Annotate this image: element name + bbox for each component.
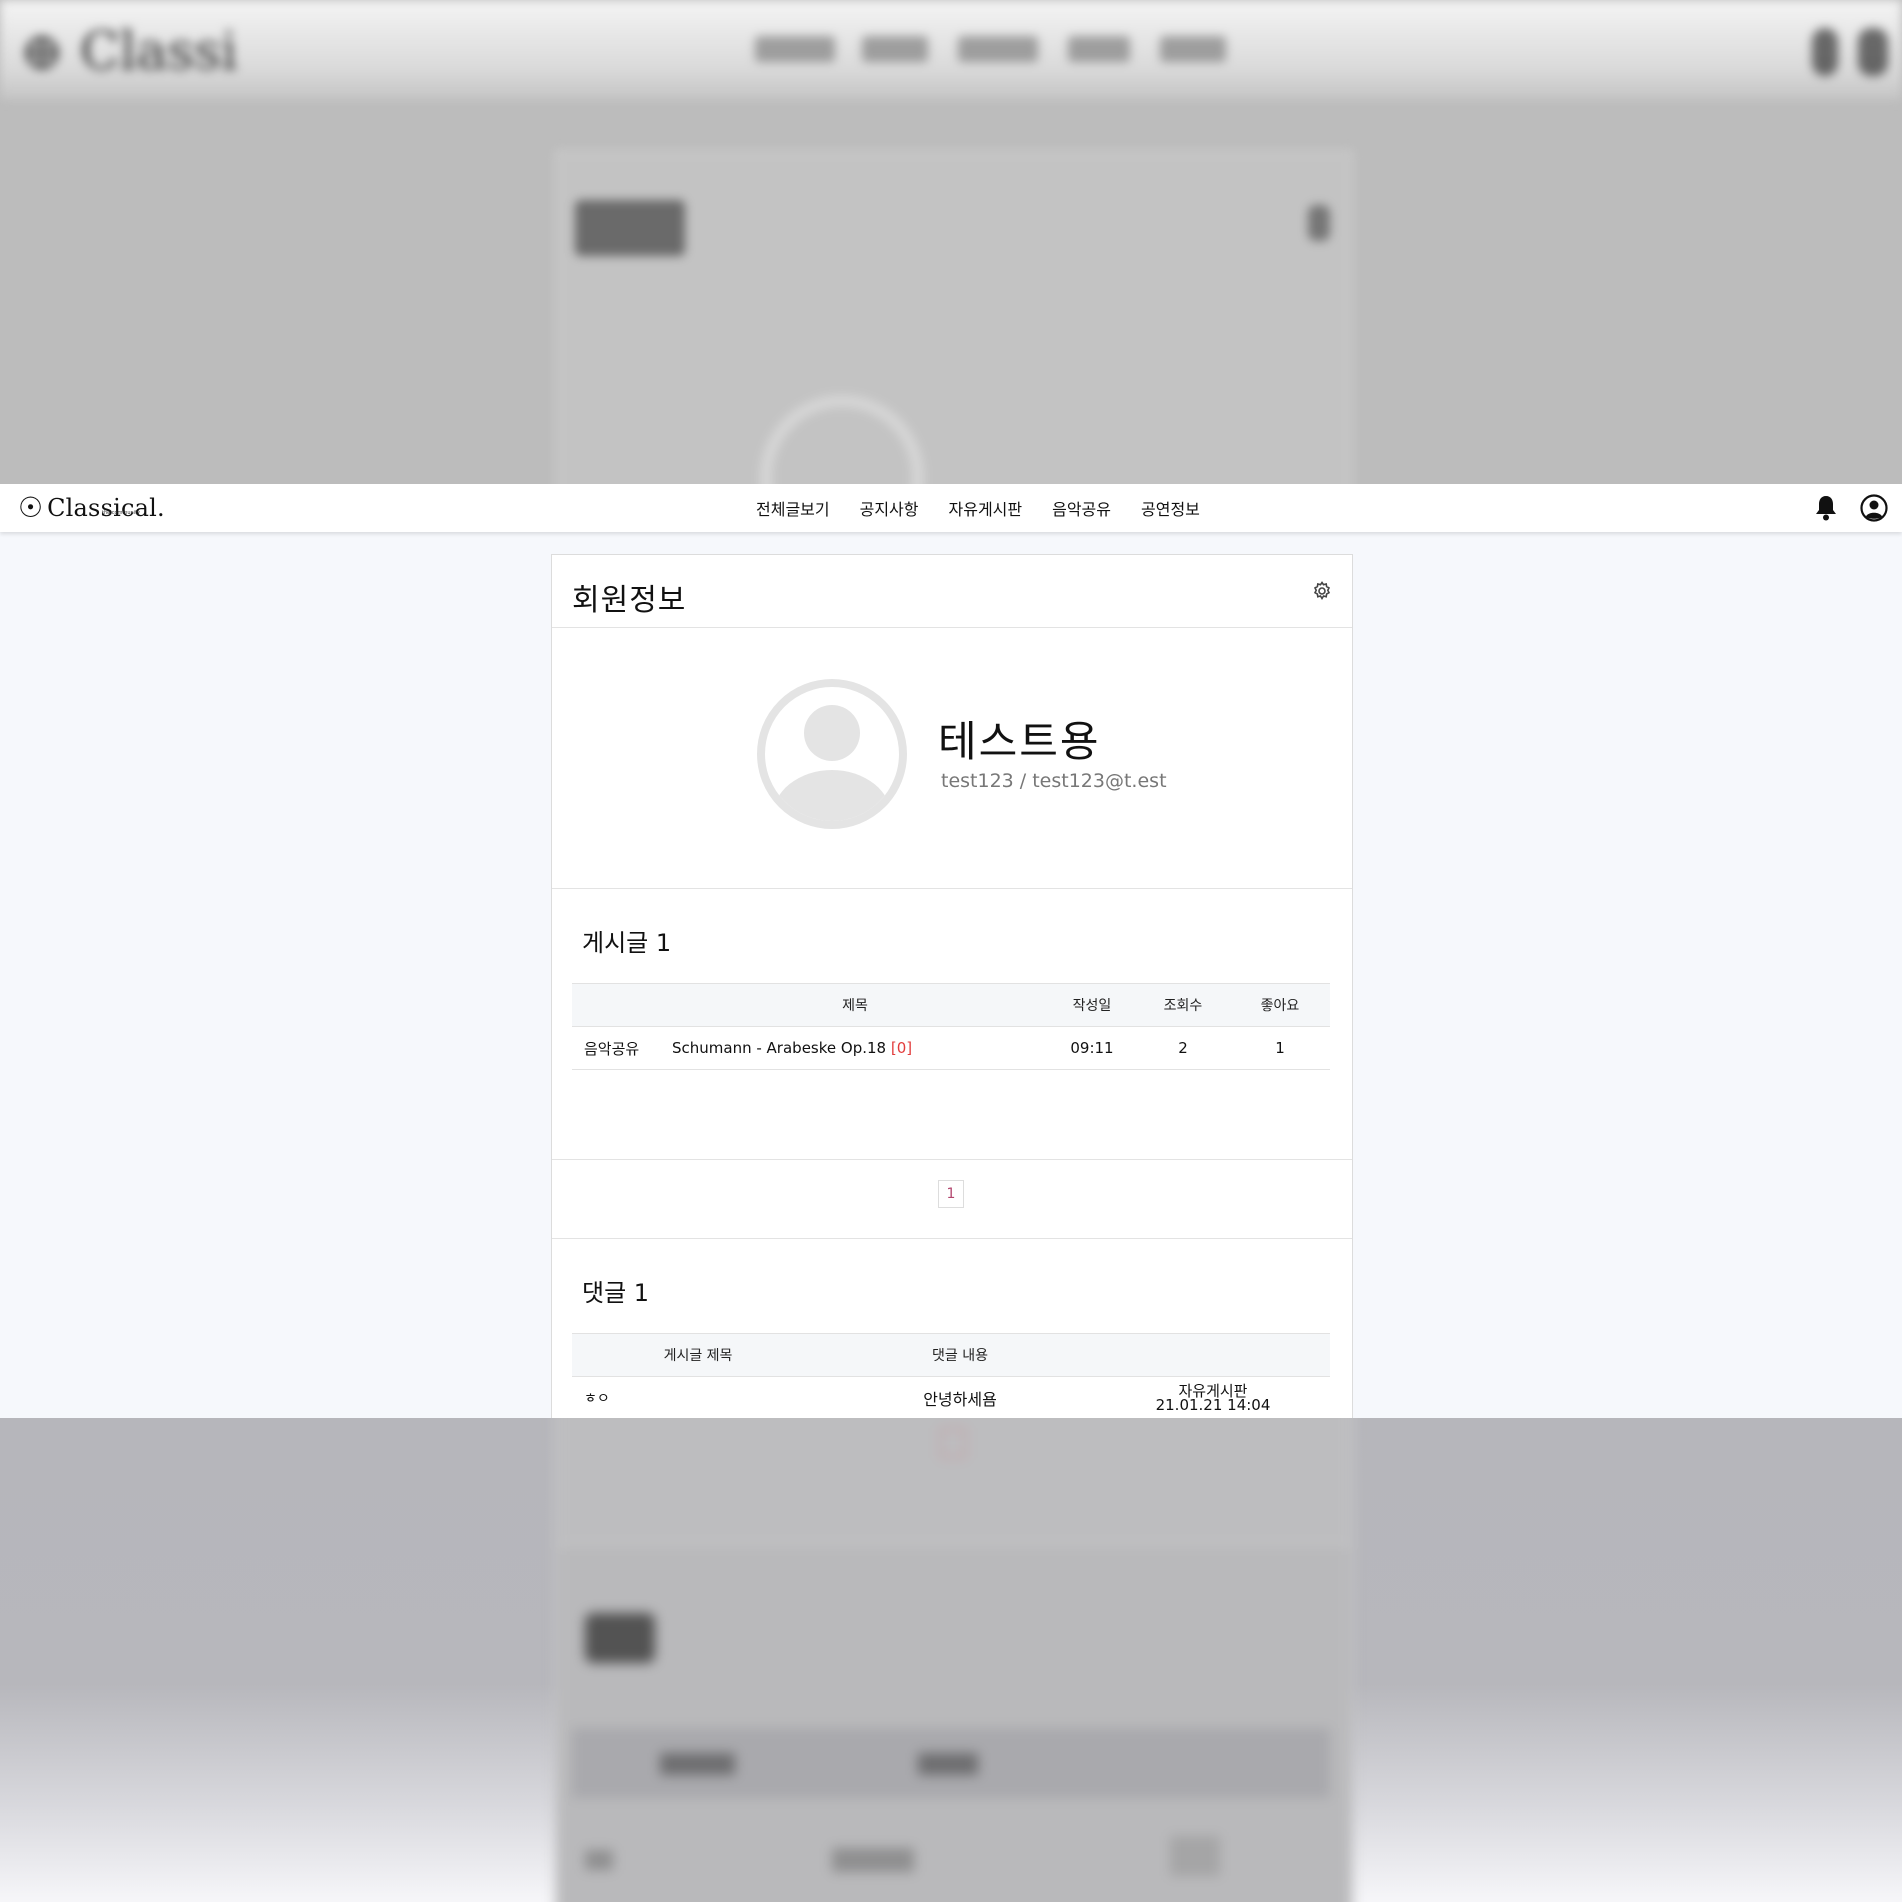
posts-table: 제목 작성일 조회수 좋아요 음악공유 Schumann - Arabeske … xyxy=(572,983,1330,1070)
gear-icon[interactable] xyxy=(1312,581,1332,605)
col-title: 제목 xyxy=(662,983,1048,1027)
comment-datetime: 21.01.21 14:04 xyxy=(1155,1396,1271,1414)
posts-heading: 게시글 1 xyxy=(582,929,672,957)
bell-icon[interactable] xyxy=(1814,494,1838,522)
comments-section: 댓글 1 게시글 제목 댓글 내용 ㅎㅇ 안녕하세욤 자유게시판 21.01.2… xyxy=(552,1239,1352,1418)
page-button-1[interactable]: 1 xyxy=(938,1180,964,1208)
table-row[interactable]: 음악공유 Schumann - Arabeske Op.18 [0] 09:11… xyxy=(572,1026,1330,1070)
post-date: 09:11 xyxy=(1048,1026,1136,1070)
comments-table: 게시글 제목 댓글 내용 ㅎㅇ 안녕하세욤 자유게시판 21.01.21 14:… xyxy=(572,1333,1330,1418)
comment-post-title[interactable]: ㅎㅇ xyxy=(572,1376,824,1418)
logo-subtitle: the community xyxy=(102,510,140,516)
profile-account: test123 / test123@t.est xyxy=(941,770,1167,792)
profile-nickname: 테스트용 xyxy=(938,717,1101,766)
page-title: 회원정보 xyxy=(572,583,687,618)
col-post-title: 게시글 제목 xyxy=(572,1333,824,1377)
main-viewport: ☉ Classical. the community 전체글보기 공지사항 자유… xyxy=(0,484,1902,1418)
backdrop-top: ⊕ Classi xyxy=(0,0,1902,484)
col-views: 조회수 xyxy=(1136,983,1230,1027)
menu-item-all-posts[interactable]: 전체글보기 xyxy=(756,496,830,520)
col-comment-content: 댓글 내용 xyxy=(824,1333,1096,1377)
posts-section: 게시글 1 제목 작성일 조회수 좋아요 음악공유 Schumann - Ara… xyxy=(552,889,1352,1160)
col-date: 작성일 xyxy=(1048,983,1136,1027)
comment-meta: 자유게시판 21.01.21 14:04 xyxy=(1096,1376,1330,1418)
post-comment-count: [0] xyxy=(890,1039,913,1057)
main-menu: 전체글보기 공지사항 자유게시판 음악공유 공연정보 xyxy=(756,484,1200,532)
logo-text: Classical. xyxy=(47,494,165,522)
table-row[interactable]: ㅎㅇ 안녕하세욤 자유게시판 21.01.21 14:04 xyxy=(572,1376,1330,1418)
member-info-card: 회원정보 테스트용 test123 / test123@t.est 게시글 1 … xyxy=(551,554,1353,1418)
pagination: 1 xyxy=(552,1160,1352,1239)
menu-item-free-board[interactable]: 자유게시판 xyxy=(949,496,1023,520)
post-likes: 1 xyxy=(1230,1026,1330,1070)
col-category xyxy=(572,983,662,1027)
menu-item-notice[interactable]: 공지사항 xyxy=(860,496,919,520)
profile-section: 테스트용 test123 / test123@t.est xyxy=(552,628,1352,889)
site-logo[interactable]: ☉ Classical. xyxy=(18,492,165,524)
col-likes: 좋아요 xyxy=(1230,983,1330,1027)
post-title[interactable]: Schumann - Arabeske Op.18 xyxy=(672,1039,886,1057)
table-header-row: 제목 작성일 조회수 좋아요 xyxy=(572,983,1330,1027)
backdrop-bottom xyxy=(0,1418,1902,1902)
menu-item-music-share[interactable]: 음악공유 xyxy=(1052,496,1111,520)
top-navbar: ☉ Classical. the community 전체글보기 공지사항 자유… xyxy=(0,484,1902,532)
col-meta xyxy=(1096,1333,1330,1377)
post-category: 음악공유 xyxy=(572,1026,662,1070)
card-header: 회원정보 xyxy=(552,555,1352,628)
comment-content[interactable]: 안녕하세욤 xyxy=(824,1376,1096,1418)
menu-item-concert-info[interactable]: 공연정보 xyxy=(1141,496,1200,520)
avatar-icon xyxy=(756,678,908,834)
table-header-row: 게시글 제목 댓글 내용 xyxy=(572,1333,1330,1377)
post-views: 2 xyxy=(1136,1026,1230,1070)
post-title-cell[interactable]: Schumann - Arabeske Op.18 [0] xyxy=(662,1026,1048,1070)
logo-mark-icon: ☉ xyxy=(18,491,44,524)
comments-heading: 댓글 1 xyxy=(582,1279,650,1307)
user-circle-icon[interactable] xyxy=(1860,494,1888,522)
